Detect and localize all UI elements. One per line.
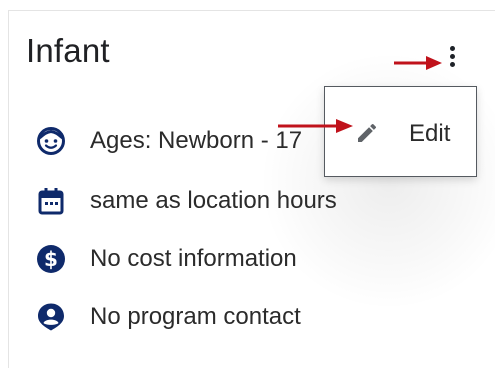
- person-pin-icon: [36, 302, 66, 332]
- calendar-icon: [36, 186, 66, 216]
- options-menu: Edit: [324, 86, 477, 177]
- cost-text: No cost information: [90, 245, 297, 272]
- edit-menu-item[interactable]: Edit: [325, 87, 476, 176]
- ages-row: Ages: Newborn - 17: [36, 126, 302, 156]
- svg-text:$: $: [44, 247, 58, 271]
- card-title: Infant: [26, 32, 110, 69]
- ages-text: Ages: Newborn - 17: [90, 127, 303, 154]
- dollar-icon: $: [36, 244, 66, 274]
- cost-row: $ No cost information: [36, 244, 297, 274]
- edit-label: Edit: [409, 120, 451, 147]
- child-face-icon: [36, 126, 66, 156]
- contact-text: No program contact: [90, 303, 301, 330]
- hours-row: same as location hours: [36, 186, 337, 216]
- contact-row: No program contact: [36, 302, 301, 332]
- pencil-icon: [358, 123, 377, 142]
- hours-text: same as location hours: [90, 187, 337, 214]
- more-options-kebab-icon[interactable]: [444, 46, 460, 76]
